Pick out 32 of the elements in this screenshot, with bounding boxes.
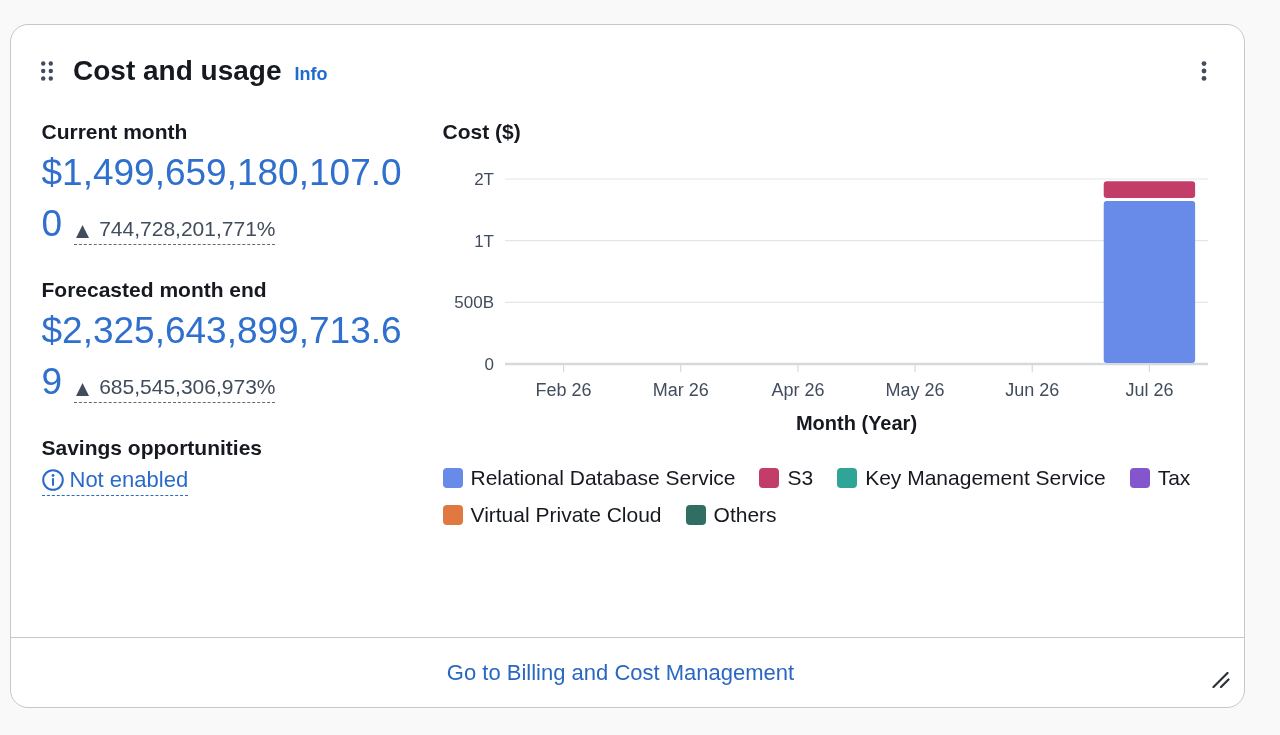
legend-label: Tax (1157, 464, 1191, 491)
axis-tick-label: Feb 26 (535, 379, 592, 400)
legend-label: Virtual Private Cloud (470, 501, 662, 528)
widget-title: Cost and usage (73, 54, 282, 88)
axis-tick-label: 500B (453, 292, 494, 312)
legend-label: Others (713, 501, 777, 528)
axis-tick-label: 0 (484, 354, 494, 374)
billing-link[interactable]: Go to Billing and Cost Management (446, 656, 795, 689)
metric-label: Forecasted month end (41, 276, 268, 303)
info-link[interactable]: Info (294, 61, 328, 88)
vertical-dots-icon (1201, 61, 1207, 81)
savings-status-link[interactable]: Not enabled (41, 466, 189, 496)
legend-label: Key Management Service (865, 464, 1106, 491)
axis-tick-label: Mar 26 (652, 379, 709, 400)
metric-value: $2,325,643,899,713.69 ▲ 685,545,306,973% (41, 308, 403, 405)
legend-label: S3 (787, 464, 814, 491)
axis-title: Cost ($) (442, 118, 522, 145)
axis-tick-label: Apr 26 (770, 379, 824, 400)
more-options-button[interactable] (1201, 61, 1207, 81)
axis-title: Month (Year) (795, 411, 917, 434)
axis-tick-label: 2T (473, 169, 494, 189)
axis-tick-label: 1T (473, 231, 494, 251)
savings-label: Savings opportunities (41, 434, 264, 461)
axis-tick-label: Jul 26 (1124, 379, 1173, 400)
axis-tick-label: Jun 26 (1004, 379, 1059, 400)
drag-handle-icon[interactable] (41, 61, 53, 81)
resize-handle-icon[interactable] (1212, 672, 1230, 688)
metric-value: $1,499,659,180,107.00 ▲ 744,728,201,771% (41, 150, 403, 247)
info-circle-icon (41, 468, 64, 491)
metric-label: Current month (41, 118, 189, 145)
legend-label: Relational Database Service (470, 464, 736, 491)
axis-tick-label: May 26 (885, 379, 945, 400)
